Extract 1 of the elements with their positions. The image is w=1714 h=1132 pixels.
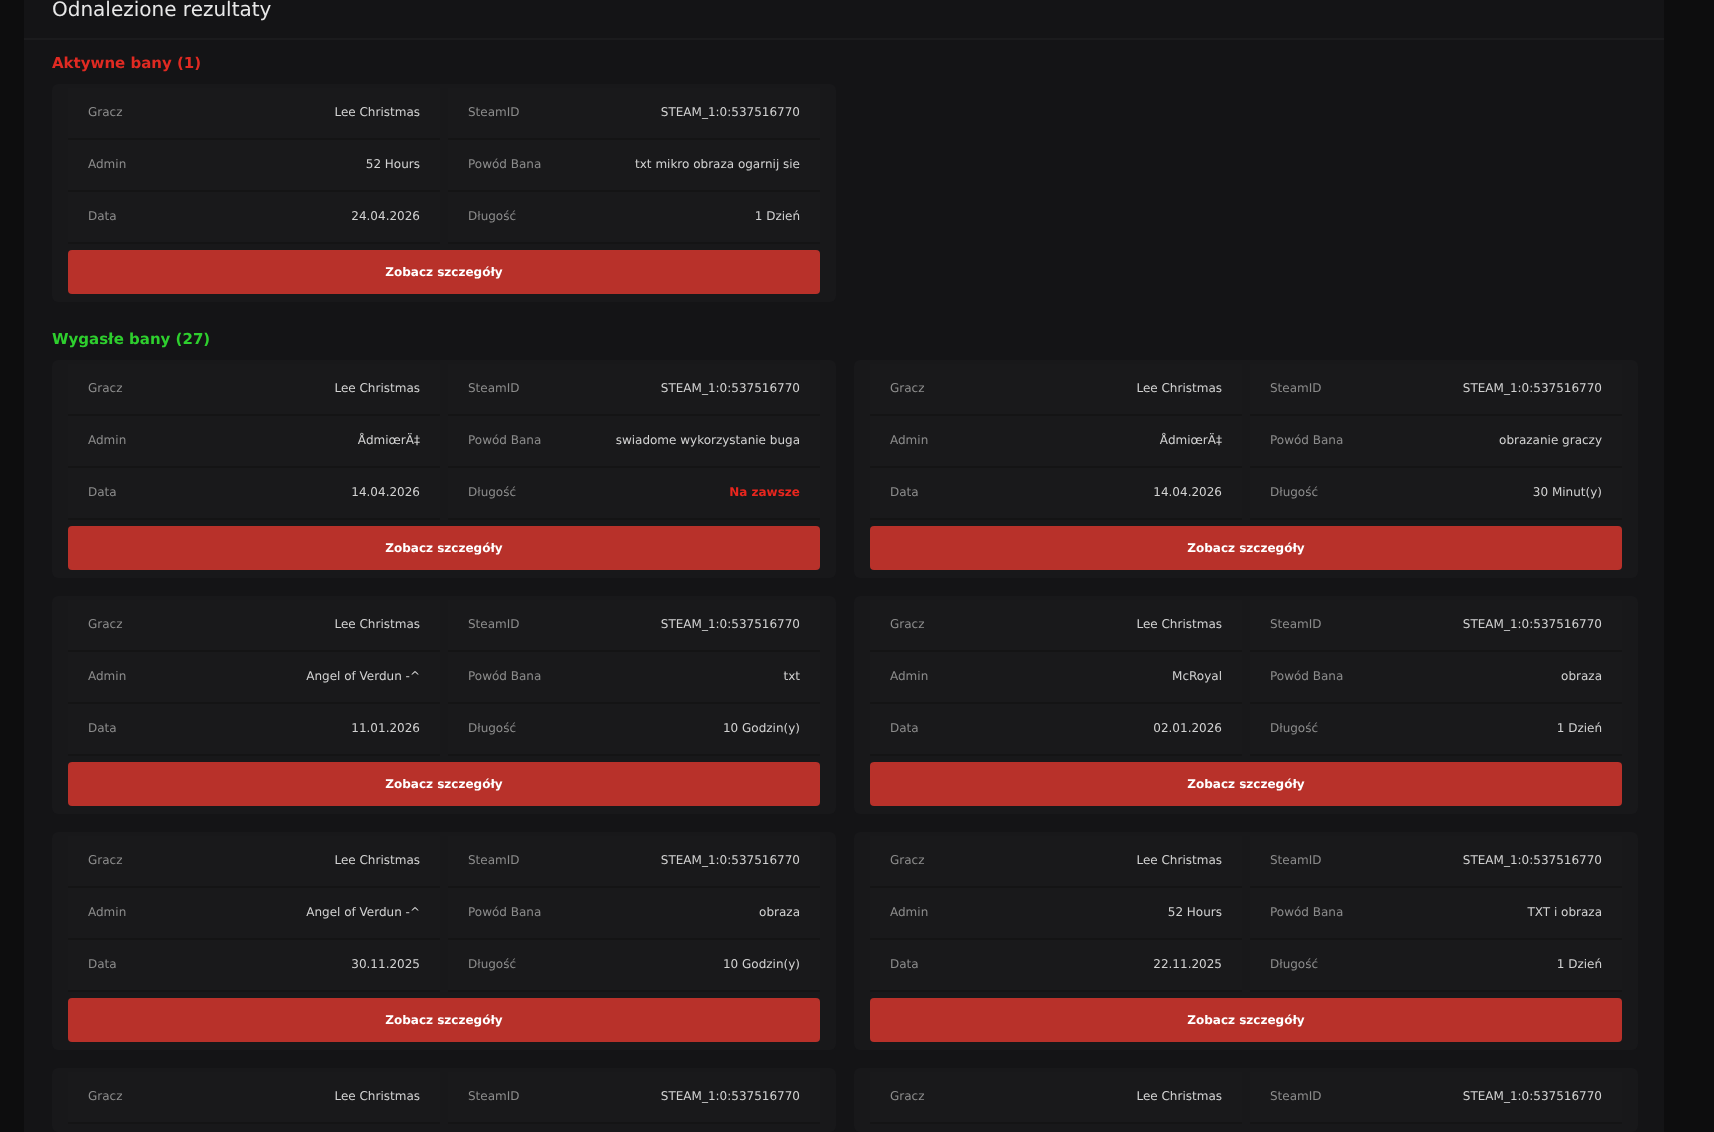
page-title: Odnalezione rezultaty bbox=[24, 0, 1664, 40]
